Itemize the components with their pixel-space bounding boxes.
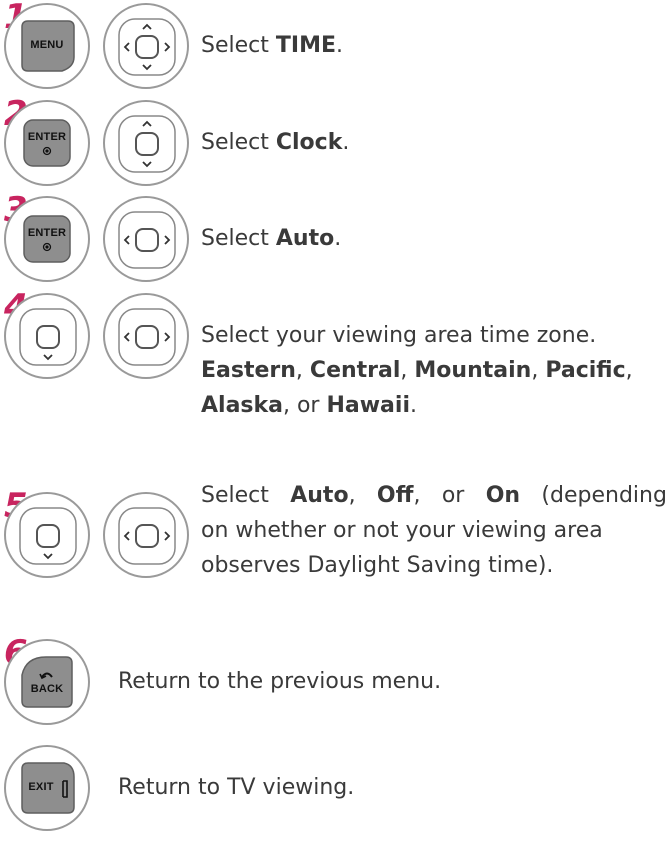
back-button-label: BACK — [30, 683, 64, 695]
menu-button-ring: MENU — [4, 3, 90, 89]
menu-button[interactable]: MENU — [18, 17, 76, 75]
nav-leftright-ring — [103, 492, 189, 578]
enter-button-label: ENTER — [27, 227, 67, 239]
step-6-instruction: Return to the previous menu. — [118, 669, 442, 694]
zone-alaska: Alaska — [201, 393, 283, 418]
enter-button-ring: ENTER — [4, 100, 90, 186]
back-button-ring: BACK — [4, 639, 90, 725]
step-5-instruction: Select Auto, Off, or On (depending on wh… — [201, 483, 667, 578]
navigation-pad-icon[interactable] — [105, 198, 191, 284]
enter-button-label: ENTER — [27, 131, 67, 143]
nav-leftright-ring — [103, 293, 189, 379]
exit-button-label: EXIT — [28, 781, 54, 793]
exit-instruction: Return to TV viewing. — [118, 775, 355, 800]
exit-button[interactable]: EXIT — [18, 759, 76, 817]
option-auto: Auto — [290, 483, 349, 508]
navigation-pad-icon[interactable] — [6, 494, 92, 580]
back-button[interactable]: BACK — [18, 653, 76, 711]
nav-down-ring — [4, 293, 90, 379]
zone-mountain: Mountain — [414, 358, 532, 383]
back-key-shape — [21, 656, 73, 708]
zone-pacific: Pacific — [545, 358, 626, 383]
zone-eastern: Eastern — [201, 358, 296, 383]
navigation-pad-icon[interactable] — [105, 5, 191, 91]
option-off: Off — [376, 483, 414, 508]
option-clock: Clock — [275, 130, 343, 155]
exit-button-ring: EXIT — [4, 745, 90, 831]
menu-button-label: MENU — [30, 39, 64, 51]
zone-central: Central — [309, 358, 401, 383]
step-4-instruction: Select your viewing area time zone. East… — [201, 323, 633, 418]
nav-updown-ring — [103, 100, 189, 186]
nav-leftright-ring — [103, 196, 189, 282]
navigation-pad-icon[interactable] — [6, 295, 92, 381]
enter-button[interactable]: ENTER — [18, 114, 76, 172]
option-time: TIME — [275, 33, 336, 58]
option-on: On — [485, 483, 521, 508]
enter-button[interactable]: ENTER — [18, 210, 76, 268]
nav-down-ring — [4, 492, 90, 578]
zone-hawaii: Hawaii — [326, 393, 410, 418]
nav-lr-updown-ring — [103, 3, 189, 89]
step-3-instruction: Select Auto. — [201, 226, 342, 251]
option-auto: Auto — [275, 226, 335, 251]
navigation-pad-icon[interactable] — [105, 295, 191, 381]
navigation-pad-icon[interactable] — [105, 494, 191, 580]
enter-key-shape — [23, 215, 71, 263]
step-1-instruction: Select TIME. — [201, 33, 343, 58]
step-2-instruction: Select Clock. — [201, 130, 350, 155]
enter-key-shape — [23, 119, 71, 167]
navigation-pad-icon[interactable] — [105, 102, 191, 188]
enter-button-ring: ENTER — [4, 196, 90, 282]
